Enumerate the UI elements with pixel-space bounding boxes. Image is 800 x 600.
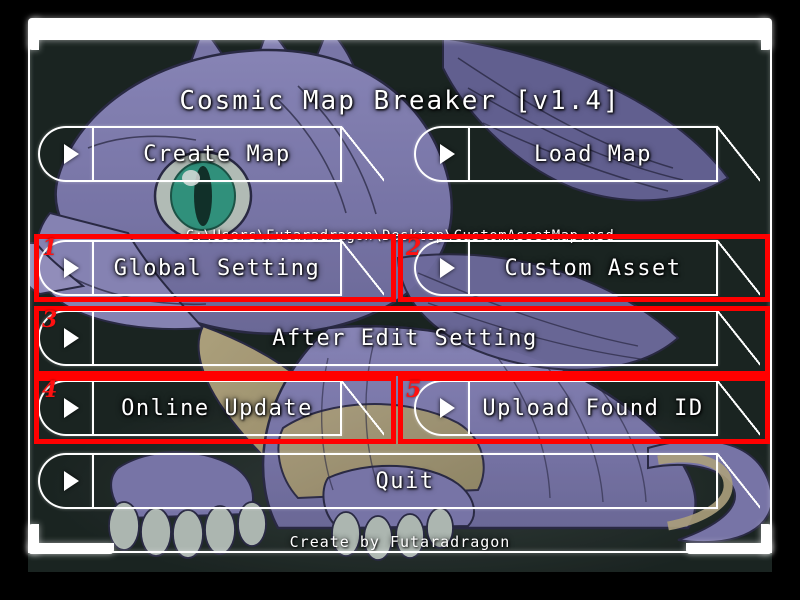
button-body bbox=[92, 453, 718, 509]
play-triangle-icon bbox=[440, 398, 455, 418]
play-triangle-icon bbox=[64, 144, 79, 164]
play-triangle-icon bbox=[64, 328, 79, 348]
menu-button-global-setting[interactable]: Global Setting bbox=[38, 240, 384, 296]
button-body bbox=[92, 126, 342, 182]
footer-credit: Create by Futaradragon bbox=[289, 533, 511, 551]
menu-button-upload-found-id[interactable]: Upload Found ID bbox=[414, 380, 760, 436]
play-triangle-icon bbox=[440, 144, 455, 164]
button-tail-slash bbox=[718, 310, 760, 366]
menu-button-quit[interactable]: Quit bbox=[38, 453, 760, 509]
page-title: Cosmic Map Breaker [v1.4] bbox=[179, 86, 621, 116]
button-tail-slash bbox=[718, 126, 760, 182]
app-window: Cosmic Map Breaker [v1.4] Create Map Loa… bbox=[0, 0, 800, 600]
menu-button-create-map[interactable]: Create Map bbox=[38, 126, 384, 182]
play-triangle-icon bbox=[64, 398, 79, 418]
window-corner-bottom-right-horizontal bbox=[686, 543, 772, 554]
button-tail-slash bbox=[342, 240, 384, 296]
play-triangle-icon bbox=[64, 258, 79, 278]
button-body bbox=[468, 126, 718, 182]
menu-button-custom-asset[interactable]: Custom Asset bbox=[414, 240, 760, 296]
button-tail-slash bbox=[718, 453, 760, 509]
button-body bbox=[92, 310, 718, 366]
window-frame-right-edge bbox=[770, 40, 772, 552]
play-triangle-icon bbox=[440, 258, 455, 278]
window-frame-top-bar bbox=[30, 18, 770, 40]
button-body bbox=[92, 380, 342, 436]
button-body bbox=[92, 240, 342, 296]
window-panel: Cosmic Map Breaker [v1.4] Create Map Loa… bbox=[28, 28, 772, 572]
window-frame-left-edge bbox=[28, 40, 30, 552]
button-tail-slash bbox=[718, 240, 760, 296]
menu-button-load-map[interactable]: Load Map bbox=[414, 126, 760, 182]
button-body bbox=[468, 240, 718, 296]
menu-button-online-update[interactable]: Online Update bbox=[38, 380, 384, 436]
window-frame-bottom-edge bbox=[28, 551, 772, 553]
button-body bbox=[468, 380, 718, 436]
menu-button-after-edit-setting[interactable]: After Edit Setting bbox=[38, 310, 760, 366]
button-tail-slash bbox=[342, 126, 384, 182]
window-corner-bottom-left-horizontal bbox=[28, 543, 114, 554]
play-triangle-icon bbox=[64, 471, 79, 491]
button-tail-slash bbox=[342, 380, 384, 436]
button-tail-slash bbox=[718, 380, 760, 436]
menu-content: Cosmic Map Breaker [v1.4] Create Map Loa… bbox=[28, 28, 772, 572]
